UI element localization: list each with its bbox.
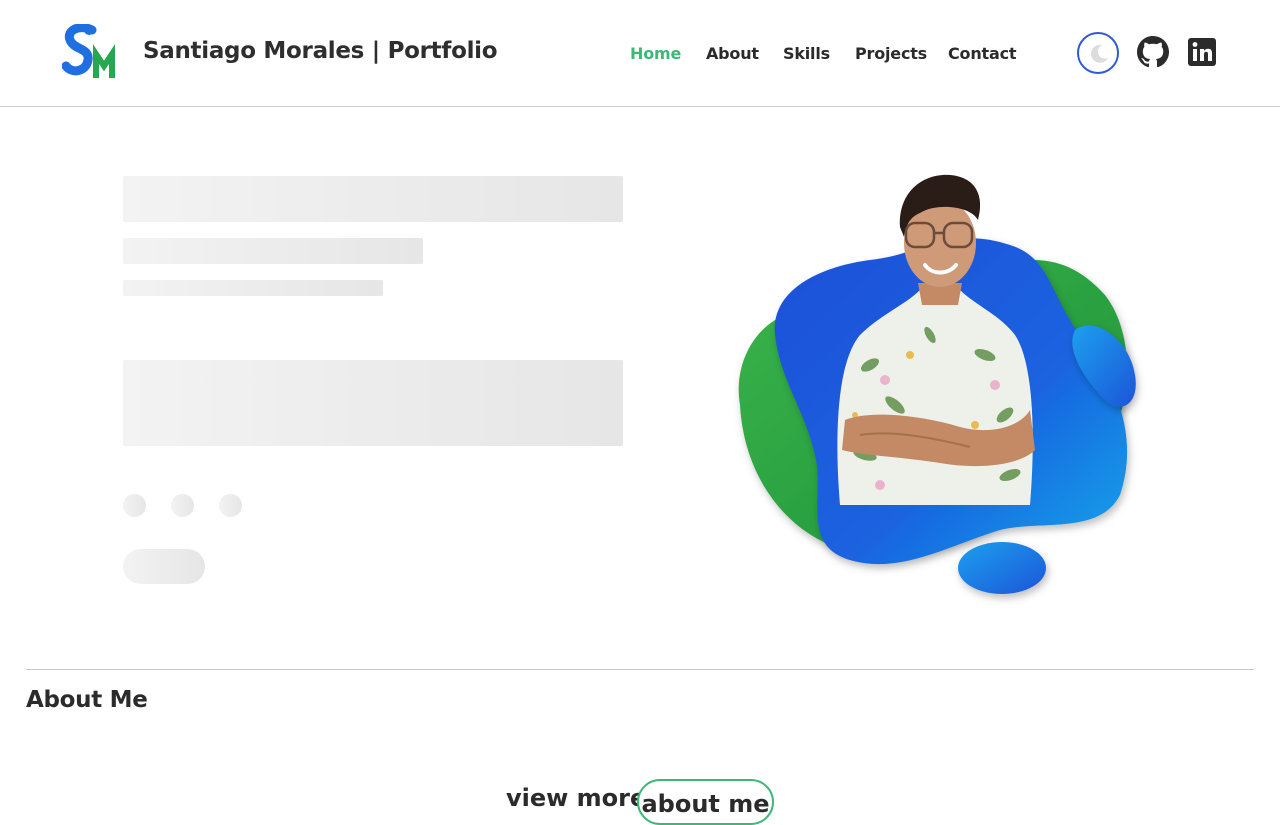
github-link[interactable] xyxy=(1137,36,1169,68)
skeleton-text-line xyxy=(123,280,383,296)
moon-icon xyxy=(1091,44,1108,63)
nav-link-contact[interactable]: Contact xyxy=(948,44,1017,63)
nav-link-projects[interactable]: Projects xyxy=(855,44,927,63)
nav-link-home[interactable]: Home xyxy=(630,44,681,63)
about-me-button[interactable]: about me xyxy=(637,779,774,825)
github-icon xyxy=(1137,36,1169,68)
linkedin-link[interactable] xyxy=(1186,36,1218,68)
skeleton-paragraph xyxy=(123,360,623,446)
skeleton-button xyxy=(123,549,205,584)
nav-link-skills[interactable]: Skills xyxy=(783,44,830,63)
site-header: Santiago Morales | Portfolio Home About … xyxy=(0,0,1280,107)
linkedin-icon xyxy=(1188,38,1216,66)
nav-link-about[interactable]: About xyxy=(706,44,759,63)
section-divider xyxy=(26,669,1254,670)
skeleton-subheading xyxy=(123,238,423,264)
theme-toggle-button[interactable] xyxy=(1077,32,1119,74)
about-section-title: About Me xyxy=(26,687,148,713)
view-more-text: view more xyxy=(506,784,647,812)
skeleton-social-dot xyxy=(123,494,146,517)
skeleton-social-dot xyxy=(219,494,242,517)
skeleton-heading xyxy=(123,176,623,222)
skeleton-social-dot xyxy=(171,494,194,517)
profile-image xyxy=(720,165,1150,605)
